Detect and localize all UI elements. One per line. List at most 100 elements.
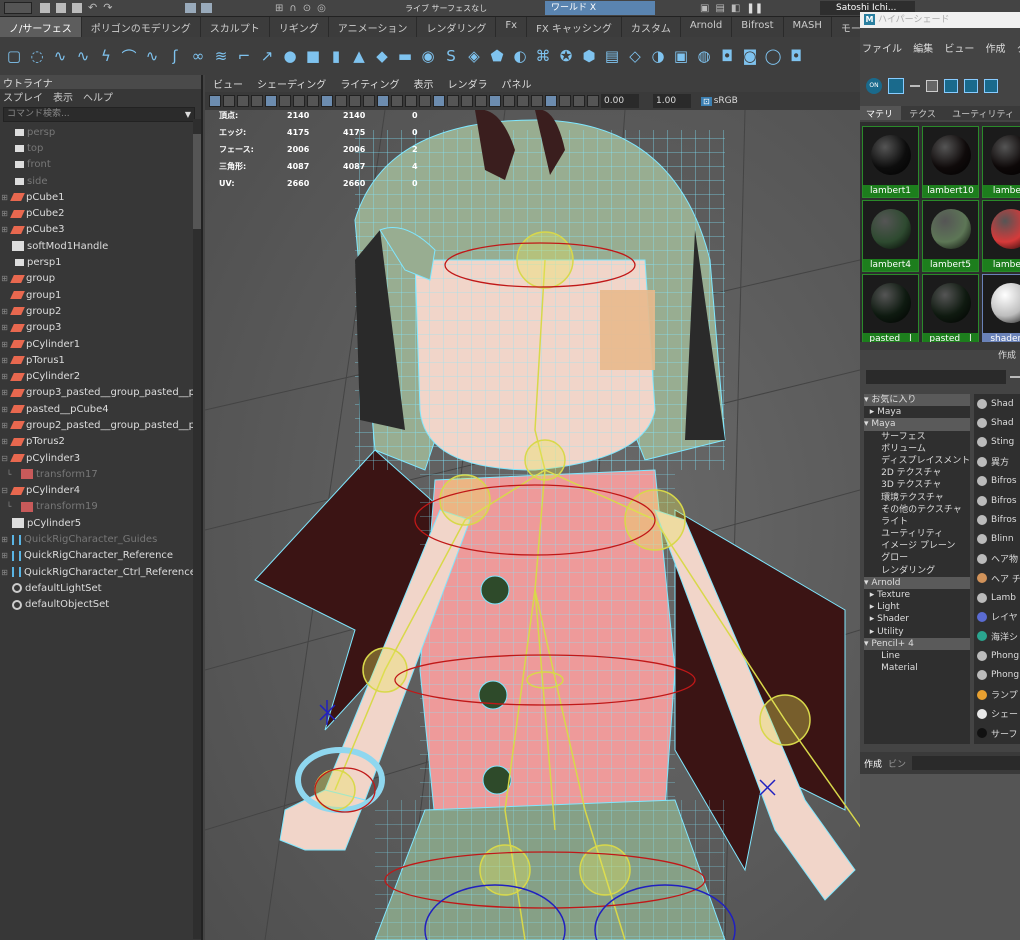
exposure-icon[interactable]: [587, 95, 599, 107]
material-swatch[interactable]: shaderGl: [982, 274, 1020, 342]
plane-icon[interactable]: ▬: [395, 46, 415, 66]
create-node-item[interactable]: Bifros: [974, 491, 1020, 510]
shelf-tab[interactable]: Bifrost: [732, 17, 784, 37]
gamma-field[interactable]: 1.00: [653, 94, 691, 108]
create-node-item[interactable]: Bifros: [974, 510, 1020, 529]
viewport-menu-panels[interactable]: パネル: [502, 76, 532, 91]
curve-cv-icon[interactable]: ∿: [50, 46, 70, 66]
create-category-item[interactable]: ▸ Texture: [864, 589, 970, 601]
shelf-tab[interactable]: ポリゴンのモデリング: [82, 17, 201, 37]
create-node-item[interactable]: サーフ: [974, 724, 1020, 743]
shelf-tab[interactable]: ノ/サーフェス: [0, 17, 82, 37]
cylinder-icon[interactable]: ▮: [326, 46, 346, 66]
screen-ao-icon[interactable]: [447, 95, 459, 107]
outliner-item[interactable]: ⊟ pCylinder4: [0, 483, 201, 499]
outliner-item[interactable]: ⊞ group2_pasted__group_pasted__p: [0, 417, 201, 433]
create-category-item[interactable]: ライト: [864, 516, 970, 528]
camera-attr-icon[interactable]: [223, 95, 235, 107]
bins-field[interactable]: [912, 756, 1020, 770]
viewport-menu-renderer[interactable]: レンダラ: [448, 76, 488, 91]
create-node-item[interactable]: Sting: [974, 433, 1020, 452]
soccer-icon[interactable]: ✪: [556, 46, 576, 66]
bezier-icon[interactable]: ∿: [142, 46, 162, 66]
prism-icon[interactable]: ◈: [464, 46, 484, 66]
snap-curve-icon[interactable]: ∩: [289, 3, 296, 14]
helix-icon[interactable]: ⌘: [533, 46, 553, 66]
outliner-menu-show[interactable]: 表示: [53, 89, 73, 105]
pencil-curve-icon[interactable]: ϟ: [96, 46, 116, 66]
expand-toggle-icon[interactable]: ⊞: [0, 193, 9, 202]
outliner-item[interactable]: ⊞ QuickRigCharacter_Ctrl_Reference: [0, 564, 201, 580]
create-category-item[interactable]: 2D テクスチャ: [864, 467, 970, 479]
grid-icon[interactable]: [984, 79, 998, 93]
select-tool-icon[interactable]: ▢: [4, 46, 24, 66]
create-category-item[interactable]: ボリューム: [864, 443, 970, 455]
outliner-item[interactable]: ⊞ pTorus1: [0, 352, 201, 368]
create-node-item[interactable]: Shad: [974, 394, 1020, 413]
menu-set-dropdown[interactable]: [4, 2, 32, 14]
expand-toggle-icon[interactable]: ⊞: [0, 225, 9, 234]
create-node-item[interactable]: 海洋シ: [974, 627, 1020, 646]
outliner-item[interactable]: └ transform19: [0, 499, 201, 515]
graph-mode-icon[interactable]: [888, 78, 904, 94]
loop-icon[interactable]: ∞: [188, 46, 208, 66]
fill-icon[interactable]: ◘: [786, 46, 806, 66]
arc-icon[interactable]: ⌒: [119, 46, 139, 66]
snap-surface-icon[interactable]: ◎: [317, 3, 326, 14]
create-category-item[interactable]: ▸ Shader: [864, 613, 970, 625]
material-swatch[interactable]: lambert: [982, 200, 1020, 272]
create-category-item[interactable]: 環境テクスチャ: [864, 492, 970, 504]
select-a-icon[interactable]: ◘: [717, 46, 737, 66]
outliner-item[interactable]: └ transform17: [0, 466, 201, 482]
create-category-item[interactable]: レンダリング: [864, 565, 970, 577]
render-settings-icon[interactable]: ◧: [731, 3, 740, 14]
resolution-gate-icon[interactable]: [293, 95, 305, 107]
gate-mask-icon[interactable]: [307, 95, 319, 107]
shelf-tab[interactable]: FX キャッシング: [527, 17, 622, 37]
select-mode-icon[interactable]: [185, 3, 196, 13]
render-icon[interactable]: ▣: [700, 3, 709, 14]
hs-menu-create[interactable]: 作成: [986, 44, 1006, 55]
backface-icon[interactable]: [559, 95, 571, 107]
component-mode-icon[interactable]: [201, 3, 212, 13]
create-node-item[interactable]: Shad: [974, 413, 1020, 432]
outliner-item[interactable]: front: [0, 157, 201, 173]
create-node-item[interactable]: Phong: [974, 665, 1020, 684]
outliner-item[interactable]: ⊞ pCube3: [0, 222, 201, 238]
viewport-menu-lighting[interactable]: ライティング: [340, 76, 399, 91]
create-category-item[interactable]: サーフェス: [864, 431, 970, 443]
xray-active-icon[interactable]: [545, 95, 557, 107]
search-dropdown-icon[interactable]: ▼: [185, 108, 191, 121]
outliner-item[interactable]: ⊟ pCylinder3: [0, 450, 201, 466]
sel-icon[interactable]: ▣: [671, 46, 691, 66]
create-category-item[interactable]: ▾ Arnold: [864, 576, 970, 589]
expand-toggle-icon[interactable]: ⊞: [0, 421, 9, 430]
create-category-item[interactable]: その他のテクスチャ: [864, 504, 970, 516]
tab-bins[interactable]: ビン: [888, 757, 906, 770]
snap-point-icon[interactable]: ⊙: [303, 3, 311, 14]
create-node-item[interactable]: Blinn: [974, 530, 1020, 549]
redo-icon[interactable]: ↷: [103, 2, 112, 13]
outliner-item[interactable]: ⊞ pTorus2: [0, 434, 201, 450]
shelf-tab[interactable]: スカルプト: [201, 17, 270, 37]
expand-toggle-icon[interactable]: ⊞: [0, 372, 9, 381]
xray-icon[interactable]: [517, 95, 529, 107]
expand-toggle-icon[interactable]: ⊞: [0, 340, 9, 349]
sphere-icon[interactable]: ●: [280, 46, 300, 66]
colorspace-label[interactable]: sRGB: [714, 96, 738, 106]
outliner-search-input[interactable]: コマンド検索... ▼: [3, 107, 195, 122]
hud-icon[interactable]: [573, 95, 585, 107]
tab-materials[interactable]: マテリアル: [860, 106, 902, 133]
create-node-item[interactable]: ヘア物: [974, 549, 1020, 568]
spline-icon[interactable]: S: [441, 46, 461, 66]
layout-icon[interactable]: [944, 79, 958, 93]
stripe-icon[interactable]: ▤: [602, 46, 622, 66]
create-node-item[interactable]: Bifros: [974, 472, 1020, 491]
expand-toggle-icon[interactable]: ⊞: [0, 209, 9, 218]
select-b-icon[interactable]: ◙: [740, 46, 760, 66]
expand-toggle-icon[interactable]: ⊞: [0, 356, 9, 365]
outliner-scroll-thumb[interactable]: [193, 134, 201, 229]
shade-icon[interactable]: ◑: [648, 46, 668, 66]
create-node-item[interactable]: ヘア チ: [974, 569, 1020, 588]
shelf-tab[interactable]: モーション グラフィックス: [832, 17, 860, 37]
